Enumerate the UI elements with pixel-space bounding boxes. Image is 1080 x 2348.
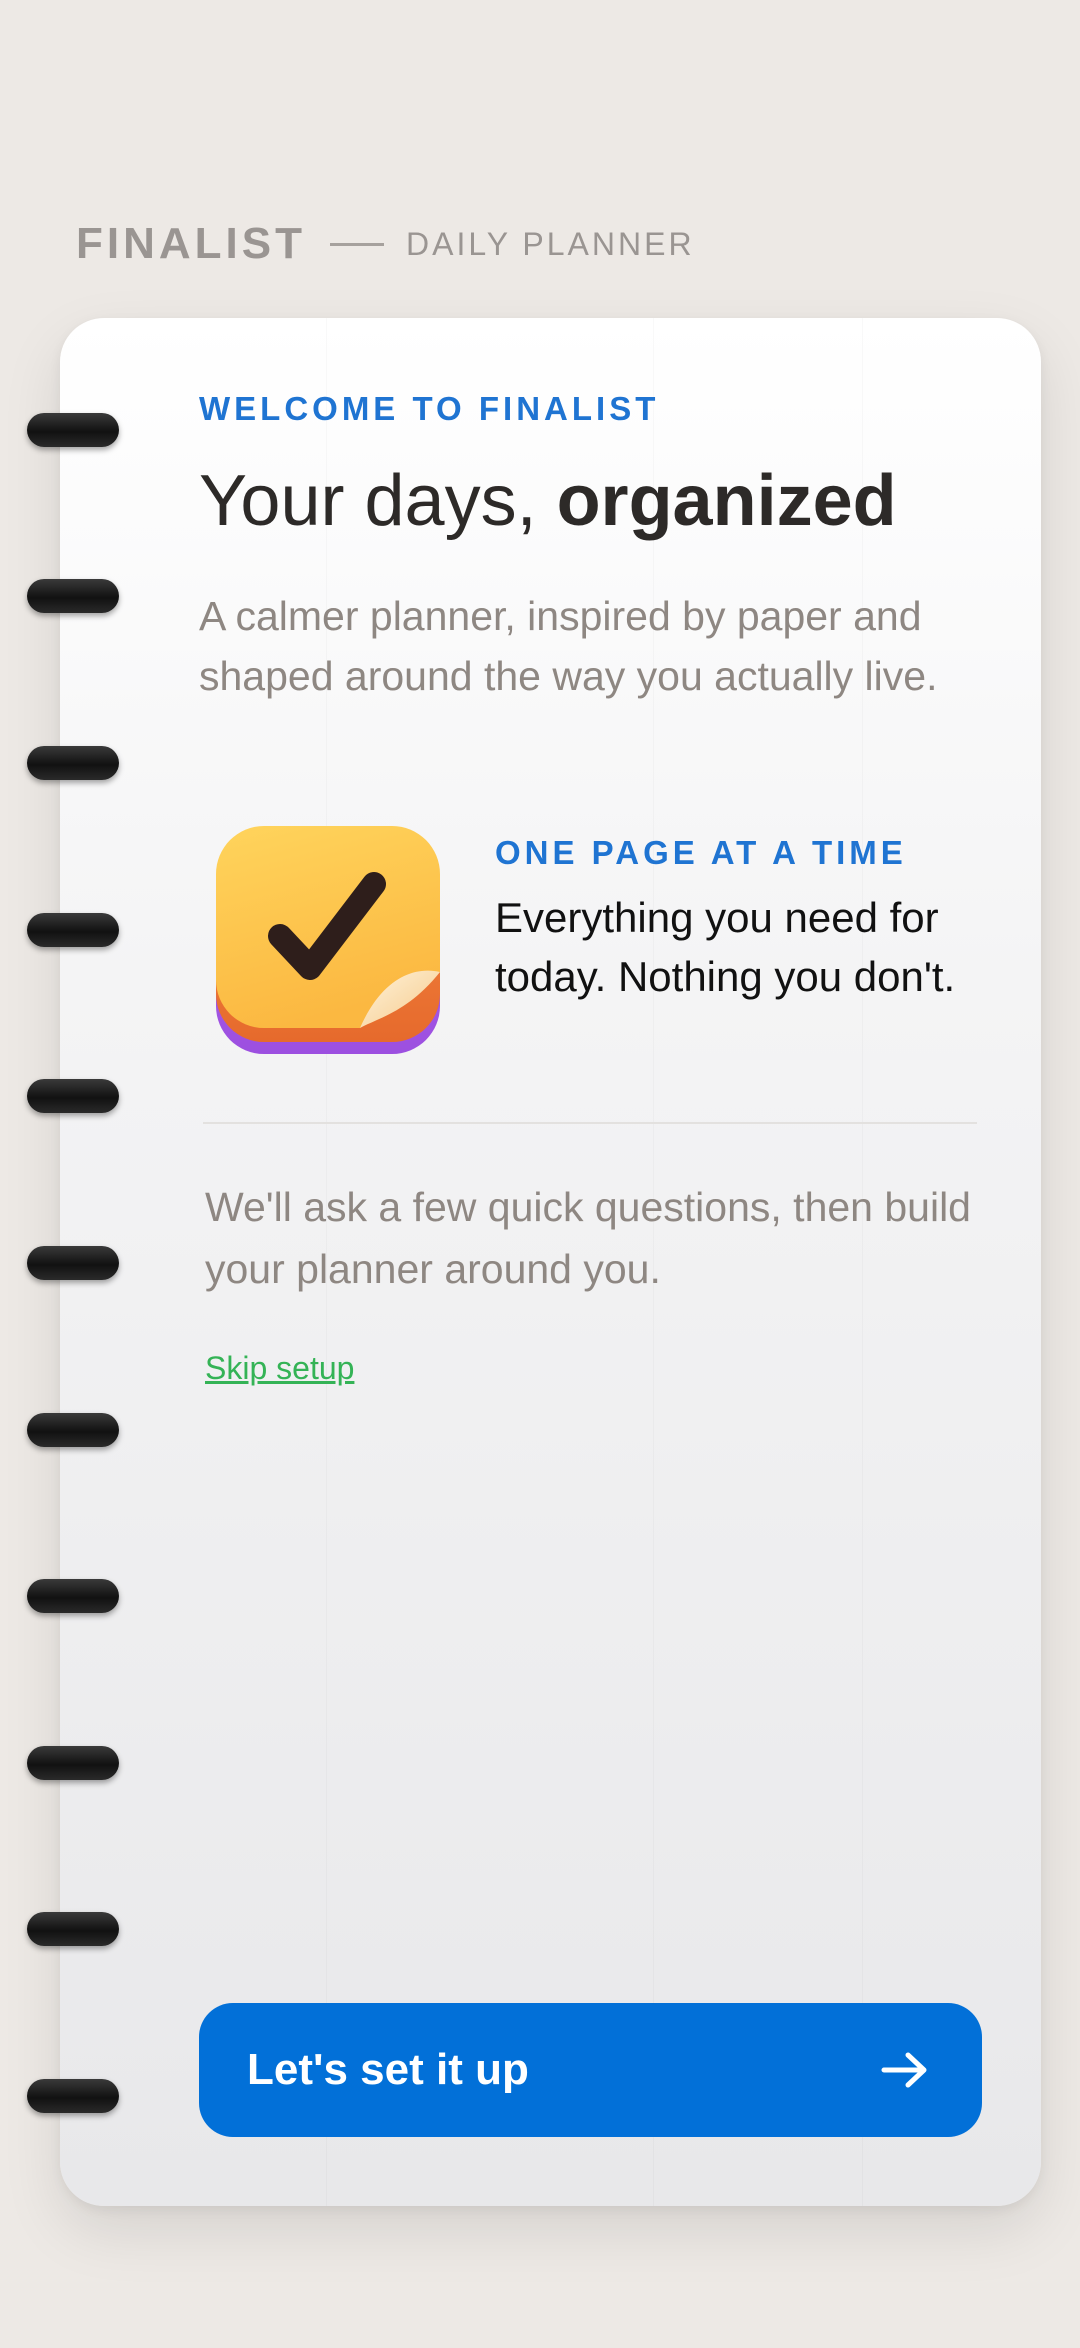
binder-ring: [27, 1246, 119, 1280]
brand-subtitle: DAILY PLANNER: [405, 225, 695, 262]
header-divider: [329, 242, 384, 246]
brand-name: FINALIST: [76, 219, 306, 268]
setup-button[interactable]: Let's set it up: [199, 2003, 982, 2137]
page-title: Your days, organized: [199, 460, 897, 542]
welcome-subtitle: A calmer planner, inspired by paper and …: [199, 593, 938, 699]
binder-ring: [27, 1912, 119, 1946]
binder-ring: [27, 2079, 119, 2113]
setup-button-label: Let's set it up: [247, 2045, 529, 2094]
title-bold: organized: [556, 461, 897, 541]
title-regular: Your days,: [199, 461, 557, 541]
checkmark-note-icon: [216, 826, 440, 1054]
binder-ring: [27, 1413, 119, 1447]
skip-setup-link[interactable]: Skip setup: [205, 1350, 354, 1387]
setup-note: We'll ask a few quick questions, then bu…: [205, 1184, 971, 1292]
feature-eyebrow: ONE PAGE AT A TIME: [495, 834, 907, 871]
binder-ring: [27, 579, 119, 613]
app-header: FINALIST DAILY PLANNER: [76, 214, 695, 274]
feature-description: Everything you need for today. Nothing y…: [495, 894, 956, 1000]
arrow-right-icon: [881, 2052, 927, 2088]
section-divider: [203, 1122, 977, 1124]
binder-ring: [27, 413, 119, 447]
binder-ring: [27, 1579, 119, 1613]
binder-ring: [27, 746, 119, 780]
welcome-eyebrow: WELCOME TO FINALIST: [199, 390, 660, 427]
binder-ring: [27, 1746, 119, 1780]
binder-ring: [27, 1079, 119, 1113]
binder-ring: [27, 913, 119, 947]
